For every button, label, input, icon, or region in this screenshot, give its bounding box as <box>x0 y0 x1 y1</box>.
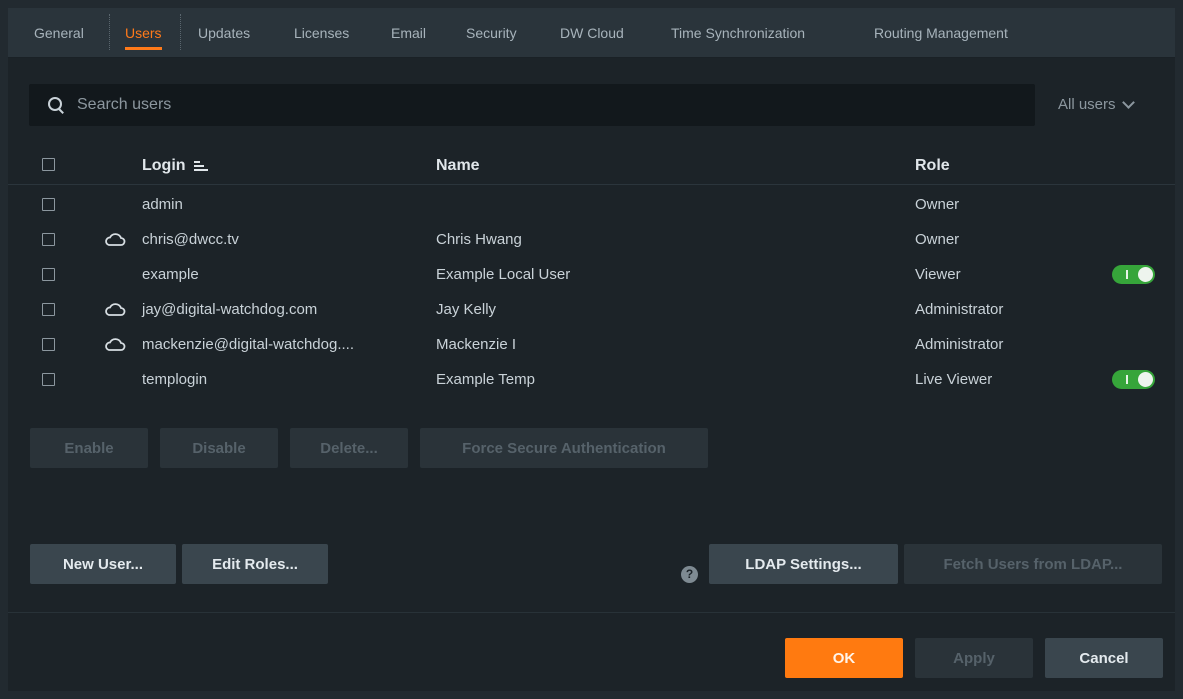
search-icon <box>47 96 65 114</box>
chevron-down-icon <box>1121 95 1135 109</box>
select-all-checkbox[interactable] <box>42 158 55 171</box>
edit-roles-button[interactable]: Edit Roles... <box>182 544 328 584</box>
tab-updates[interactable]: Updates <box>198 8 250 58</box>
row-select-checkbox[interactable] <box>42 373 55 386</box>
table-row[interactable]: jay@digital-watchdog.com Jay Kelly Adminis… <box>8 293 1175 328</box>
row-select-checkbox[interactable] <box>42 233 55 246</box>
tab-email[interactable]: Email <box>391 8 426 58</box>
table-row[interactable]: mackenzie@digital-watchdog.... Mackenzie … <box>8 328 1175 363</box>
row-name: Example Temp <box>436 371 535 388</box>
users-table-header: Login Name Role <box>8 145 1175 185</box>
row-select-checkbox[interactable] <box>42 303 55 316</box>
row-name: Chris Hwang <box>436 231 522 248</box>
search-input[interactable] <box>77 84 977 126</box>
tab-separator <box>109 14 110 50</box>
row-role: Administrator <box>915 301 1004 318</box>
row-role: Owner <box>915 231 960 248</box>
row-role: Administrator <box>915 336 1004 353</box>
help-icon[interactable]: ? <box>681 566 698 583</box>
tab-general[interactable]: General <box>34 8 84 58</box>
row-name: Example Local User <box>436 266 571 283</box>
user-filter-dropdown[interactable]: All users <box>1058 95 1135 113</box>
name-column-header[interactable]: Name <box>436 157 480 175</box>
force-secure-authentication-button[interactable]: Force Secure Authentication <box>420 428 708 468</box>
user-enabled-toggle[interactable] <box>1112 370 1155 389</box>
cloud-user-icon <box>105 233 126 246</box>
enable-button[interactable]: Enable <box>30 428 148 468</box>
row-role: Owner <box>915 196 960 213</box>
ok-button[interactable]: OK <box>785 638 903 678</box>
row-login: example <box>142 266 199 283</box>
disable-button[interactable]: Disable <box>160 428 278 468</box>
row-select-checkbox[interactable] <box>42 338 55 351</box>
table-row[interactable]: example Example Local User Viewer <box>8 258 1175 293</box>
user-filter-label: All users <box>1058 96 1116 113</box>
cancel-button[interactable]: Cancel <box>1045 638 1163 678</box>
tab-security[interactable]: Security <box>466 8 517 58</box>
tab-time-synchronization[interactable]: Time Synchronization <box>671 8 805 58</box>
new-user-button[interactable]: New User... <box>30 544 176 584</box>
login-header-label: Login <box>142 157 186 174</box>
search-bar <box>29 84 1035 126</box>
row-login: templogin <box>142 371 208 388</box>
settings-tab-bar: General Users Updates Licenses Email Sec… <box>8 8 1175 58</box>
login-column-header[interactable]: Login <box>142 157 208 175</box>
fetch-users-from-ldap-button[interactable]: Fetch Users from LDAP... <box>904 544 1162 584</box>
table-row[interactable]: admin Owner <box>8 188 1175 223</box>
toggle-on-indicator <box>1126 270 1128 279</box>
role-column-header[interactable]: Role <box>915 157 950 175</box>
row-name: Jay Kelly <box>436 301 497 318</box>
tab-routing-management[interactable]: Routing Management <box>874 8 1008 58</box>
cloud-user-icon <box>105 303 126 316</box>
row-role: Viewer <box>915 266 961 283</box>
row-login: jay@digital-watchdog.com <box>142 301 318 318</box>
row-name: Mackenzie I <box>436 336 517 353</box>
row-login: mackenzie@digital-watchdog.... <box>142 336 354 353</box>
tab-dw-cloud[interactable]: DW Cloud <box>560 8 624 58</box>
row-select-checkbox[interactable] <box>42 268 55 281</box>
toggle-knob <box>1138 267 1153 282</box>
footer-divider <box>8 612 1175 613</box>
row-login: chris@dwcc.tv <box>142 231 239 248</box>
table-row[interactable]: chris@dwcc.tv Chris Hwang Owner <box>8 223 1175 258</box>
cloud-user-icon <box>105 338 126 351</box>
row-select-checkbox[interactable] <box>42 198 55 211</box>
tab-licenses[interactable]: Licenses <box>294 8 349 58</box>
row-role: Live Viewer <box>915 371 993 388</box>
toggle-knob <box>1138 372 1153 387</box>
toggle-on-indicator <box>1126 375 1128 384</box>
row-login: admin <box>142 196 183 213</box>
tab-users[interactable]: Users <box>125 8 162 58</box>
sort-ascending-icon <box>193 160 208 172</box>
tab-separator <box>180 14 181 50</box>
table-row[interactable]: templogin Example Temp Live Viewer <box>8 363 1175 398</box>
delete-button[interactable]: Delete... <box>290 428 408 468</box>
apply-button[interactable]: Apply <box>915 638 1033 678</box>
ldap-settings-button[interactable]: LDAP Settings... <box>709 544 898 584</box>
user-enabled-toggle[interactable] <box>1112 265 1155 284</box>
user-management-dialog: General Users Updates Licenses Email Sec… <box>8 8 1175 691</box>
